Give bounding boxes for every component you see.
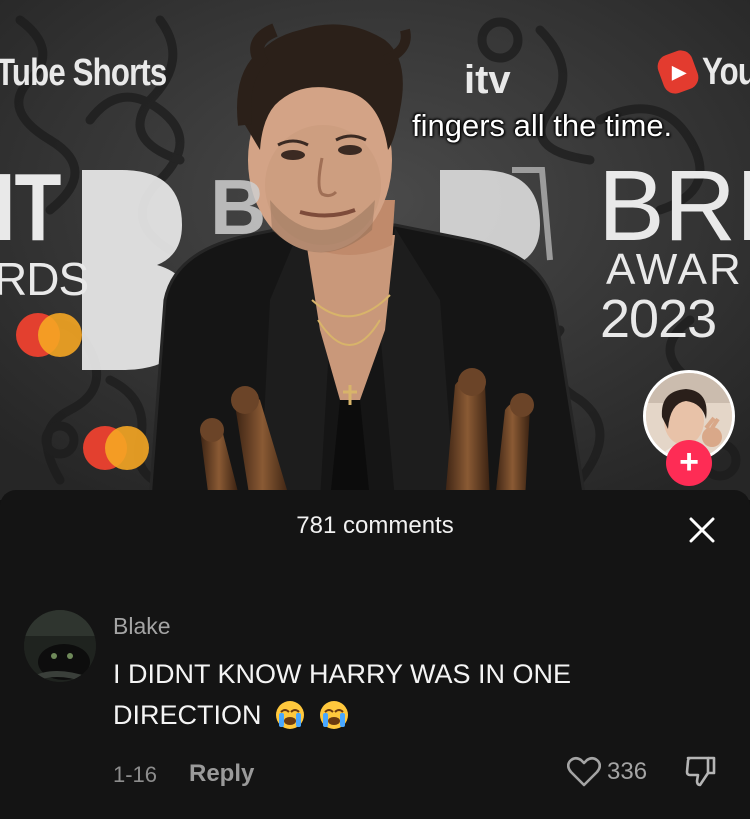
close-button[interactable] — [684, 512, 720, 548]
brit-logo-left: IT — [0, 154, 61, 261]
comment-item: Blake I DIDNT KNOW HARRY WAS IN ONE DIRE… — [0, 600, 750, 800]
awards-text-right: AWAR — [606, 245, 743, 294]
follow-button[interactable]: + — [666, 440, 712, 486]
dislike-button[interactable] — [684, 754, 720, 790]
comment-username[interactable]: Blake — [113, 613, 171, 640]
itv-logo: itv — [464, 58, 511, 102]
like-count: 336 — [607, 758, 648, 785]
youtube-word: You — [702, 50, 750, 93]
brit-logo-right: BRI — [598, 150, 750, 262]
comment-date: 1-16 — [113, 762, 158, 787]
loudly-crying-face-icon — [319, 700, 349, 742]
comment-text: I DIDNT KNOW HARRY WAS IN ONE DIRECTION — [113, 654, 673, 742]
brit-logo-middle: B — [210, 163, 266, 251]
heart-outline-icon — [567, 756, 601, 787]
commenter-avatar[interactable] — [24, 610, 96, 682]
video-player[interactable]: Tube Shorts itv ▶ You IT RDS B BRI AWAR … — [0, 0, 750, 500]
like-button[interactable]: 336 — [567, 756, 647, 788]
year-text: 2023 — [600, 289, 717, 349]
reply-button[interactable]: Reply — [189, 760, 254, 788]
loudly-crying-face-icon — [275, 700, 305, 742]
video-caption: fingers all the time. — [412, 108, 673, 143]
thumbs-down-icon — [685, 756, 716, 787]
comments-panel: 781 comments Blake I DIDNT KNOW HARRY WA… — [0, 490, 750, 819]
comments-count-title: 781 comments — [296, 512, 454, 539]
youtube-logo: ▶ You — [654, 47, 750, 97]
youtube-shorts-logo: Tube Shorts — [0, 52, 167, 94]
commenter-avatar-image — [24, 610, 96, 682]
shorts-play-icon: ▶ — [654, 47, 702, 97]
awards-text-left: RDS — [0, 253, 89, 305]
close-icon — [689, 517, 715, 543]
